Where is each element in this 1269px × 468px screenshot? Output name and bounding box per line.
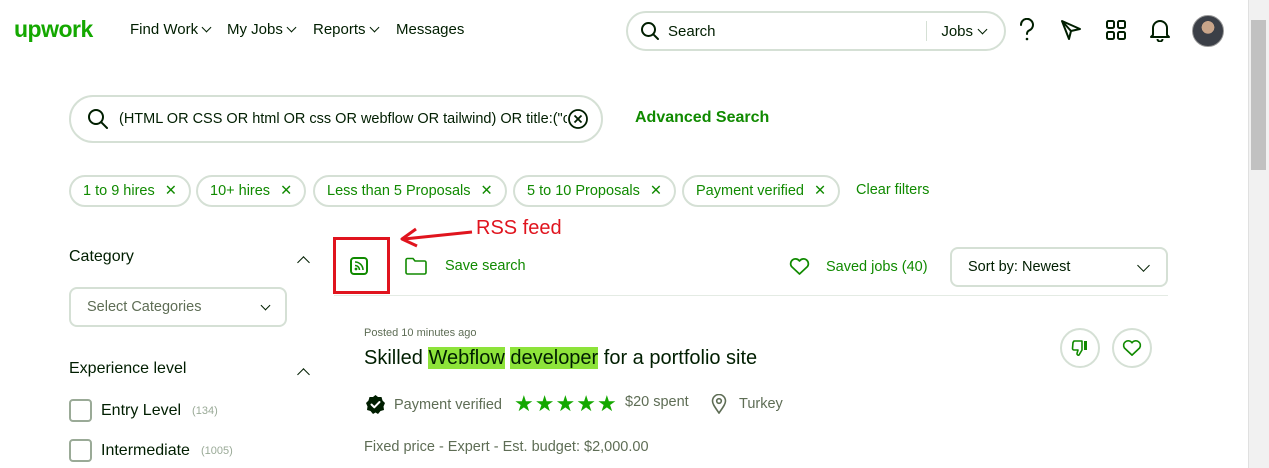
clear-filters-link[interactable]: Clear filters <box>856 182 929 198</box>
chevron-down-icon <box>201 22 212 33</box>
bell-icon[interactable] <box>1146 16 1174 44</box>
rss-feed-annotation: RSS feed <box>476 217 562 239</box>
close-icon[interactable]: ✕ <box>814 183 826 199</box>
job-pricing: Fixed price - Expert - Est. budget: $2,0… <box>364 439 649 455</box>
help-icon[interactable] <box>1013 16 1041 44</box>
top-search-bar[interactable]: Search Jobs <box>626 11 1006 51</box>
filter-chip[interactable]: 1 to 9 hires ✕ <box>69 175 191 207</box>
experience-option-count: (134) <box>192 404 218 417</box>
location-label: Turkey <box>739 396 783 412</box>
checkbox[interactable] <box>69 439 92 462</box>
nav-messages[interactable]: Messages <box>396 21 464 38</box>
job-title-part: for a portfolio site <box>598 347 758 369</box>
filter-chip-label: 10+ hires <box>210 183 271 199</box>
client-spent-label: $20 spent <box>625 394 689 410</box>
nav-reports-label: Reports <box>313 21 366 38</box>
experience-option-entry[interactable]: Entry Level (134) <box>69 399 218 422</box>
folder-icon <box>405 257 427 275</box>
save-search-button[interactable]: Save search <box>405 257 526 275</box>
close-icon[interactable]: ✕ <box>280 183 292 199</box>
experience-option-label: Intermediate <box>101 441 190 459</box>
filter-chip-label: 1 to 9 hires <box>83 183 155 199</box>
sort-label: Sort by: Newest <box>968 259 1071 275</box>
save-search-label: Save search <box>445 258 526 274</box>
job-posted-time: Posted 10 minutes ago <box>364 327 477 339</box>
experience-option-label: Entry Level <box>101 401 182 419</box>
search-scope-dropdown[interactable]: Jobs <box>927 23 1004 40</box>
checkbox[interactable] <box>69 399 92 422</box>
saved-jobs-label: Saved jobs (40) <box>826 258 928 275</box>
sort-dropdown[interactable]: Sort by: Newest <box>950 247 1168 287</box>
chevron-up-icon[interactable] <box>297 256 310 269</box>
chevron-down-icon <box>286 22 297 33</box>
nav-my-jobs[interactable]: My Jobs <box>227 21 297 38</box>
experience-option-intermediate[interactable]: Intermediate (1005) <box>69 439 233 462</box>
client-location: Turkey <box>711 394 783 414</box>
chevron-down-icon <box>977 24 988 34</box>
filter-chip-label: Payment verified <box>696 183 804 199</box>
divider <box>334 295 1168 296</box>
nav-find-work[interactable]: Find Work <box>130 21 212 38</box>
thumbs-down-icon <box>1071 340 1087 356</box>
client-spent: $20 spent <box>625 394 689 410</box>
search-scope-label: Jobs <box>941 22 973 40</box>
close-icon[interactable]: ✕ <box>165 183 177 199</box>
job-search-bar[interactable]: (HTML OR CSS OR html OR css OR webflow O… <box>69 95 603 143</box>
rss-icon[interactable] <box>350 257 368 275</box>
avatar[interactable] <box>1192 15 1224 47</box>
saved-jobs-button[interactable]: Saved jobs (40) <box>789 257 928 276</box>
chevron-up-icon[interactable] <box>297 368 310 381</box>
top-search-input[interactable]: Search <box>668 23 926 40</box>
chevron-down-icon <box>260 300 271 310</box>
filter-chip[interactable]: Less than 5 Proposals ✕ <box>313 175 507 207</box>
filter-chip[interactable]: 5 to 10 Proposals ✕ <box>513 175 677 207</box>
search-icon <box>88 109 108 129</box>
filter-chip-label: Less than 5 Proposals <box>327 183 471 199</box>
apps-grid-icon[interactable] <box>1102 16 1130 44</box>
send-icon[interactable] <box>1057 16 1085 44</box>
nav-my-jobs-label: My Jobs <box>227 21 283 38</box>
close-icon[interactable]: ✕ <box>650 183 662 199</box>
category-select-label: Select Categories <box>87 299 202 315</box>
heart-icon <box>789 258 810 275</box>
nav-reports[interactable]: Reports <box>313 21 379 38</box>
upwork-logo[interactable]: upwork <box>14 16 93 43</box>
job-title-highlight: Webflow <box>428 347 505 369</box>
chevron-down-icon <box>1137 258 1150 272</box>
experience-option-count: (1005) <box>200 444 233 457</box>
advanced-search-link[interactable]: Advanced Search <box>635 109 769 127</box>
search-icon <box>641 22 659 40</box>
job-title-part: Skilled <box>364 347 429 369</box>
dislike-job-button[interactable] <box>1060 328 1100 368</box>
save-job-button[interactable] <box>1112 328 1152 368</box>
client-rating: ★ ★ ★ ★ ★ <box>514 393 617 415</box>
filter-chip[interactable]: Payment verified ✕ <box>682 175 841 207</box>
heart-icon <box>1122 340 1142 356</box>
payment-status: Payment verified <box>365 394 502 415</box>
star-icon: ★ <box>534 391 555 416</box>
verified-badge-icon <box>366 395 385 414</box>
star-icon: ★ <box>514 391 534 416</box>
job-search-input[interactable]: (HTML OR CSS OR html OR css OR webflow O… <box>119 111 567 127</box>
nav-find-work-label: Find Work <box>130 21 199 38</box>
chevron-down-icon <box>369 22 379 33</box>
filter-chip-label: 5 to 10 Proposals <box>527 183 640 199</box>
star-icon: ★ <box>555 391 576 416</box>
close-icon[interactable]: ✕ <box>480 183 492 199</box>
experience-heading: Experience level <box>69 360 187 377</box>
star-icon: ★ <box>596 391 617 416</box>
arrow-icon <box>400 227 473 248</box>
location-pin-icon <box>711 394 727 414</box>
payment-verified-label: Payment verified <box>394 396 502 413</box>
filter-chip[interactable]: 10+ hires ✕ <box>196 175 307 207</box>
job-title-highlight: developer <box>510 347 599 369</box>
job-title[interactable]: Skilled Webflow developer for a portfoli… <box>364 347 757 370</box>
category-select[interactable]: Select Categories <box>69 287 287 327</box>
clear-search-icon[interactable] <box>567 108 589 130</box>
star-icon: ★ <box>576 391 596 416</box>
nav-messages-label: Messages <box>396 21 465 38</box>
scrollbar-thumb[interactable] <box>1251 20 1266 170</box>
category-heading: Category <box>69 248 134 265</box>
